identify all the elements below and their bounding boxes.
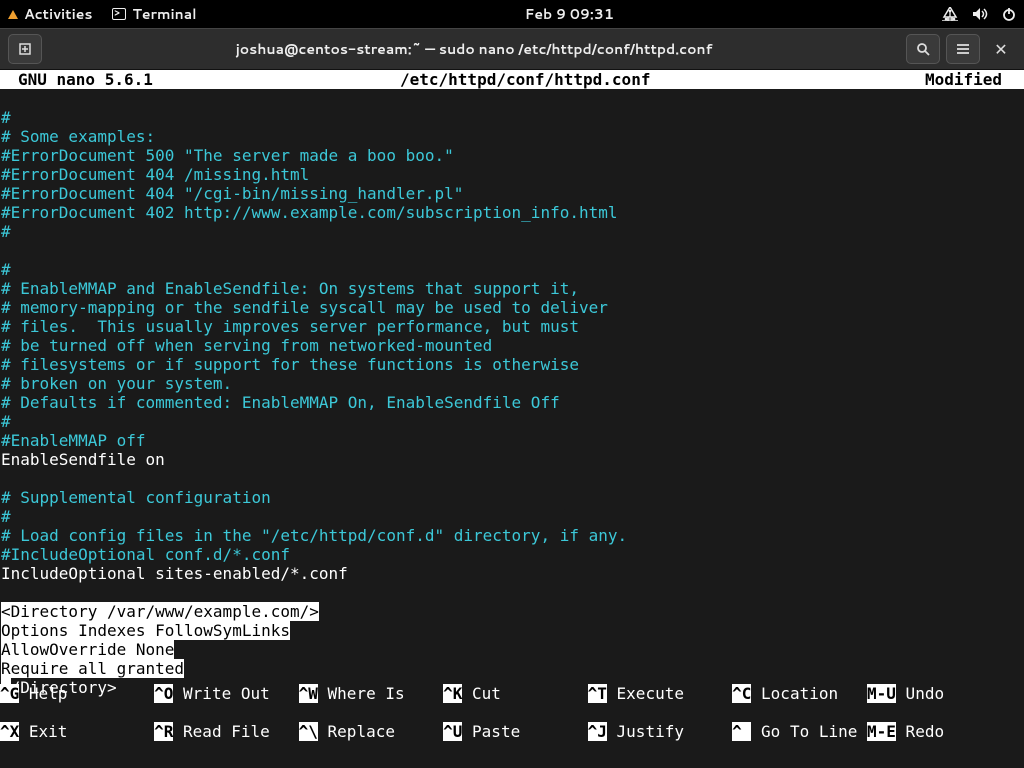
window-title: joshua@centos-stream:~ — sudo nano /etc/… — [42, 39, 906, 59]
app-menu-label: Terminal — [132, 4, 196, 24]
file-line: # Defaults if commented: EnableMMAP On, … — [1, 393, 560, 412]
shortcut-key: ^O — [154, 684, 173, 703]
shortcut-desc: Undo — [896, 684, 944, 703]
file-line: AllowOverride None — [1, 640, 174, 659]
shortcut-desc: Where Is — [318, 684, 424, 703]
file-line: EnableSendfile on — [1, 450, 165, 469]
file-line: #EnableMMAP off — [1, 431, 146, 450]
shortcut-row-2: ^X Exit ^R Read File ^\ Replace ^U Paste… — [0, 722, 1024, 741]
shortcut-desc: Replace — [318, 722, 424, 741]
file-line: # Load config files in the "/etc/httpd/c… — [1, 526, 627, 545]
file-line: # Supplemental configuration — [1, 488, 271, 507]
shortcut-key: ^G — [0, 684, 19, 703]
shortcut-desc: Redo — [896, 722, 944, 741]
activities-icon — [8, 10, 18, 19]
power-icon[interactable] — [1002, 7, 1016, 21]
nano-version: GNU nano 5.6.1 — [0, 70, 400, 89]
shortcut-key: M-U — [867, 684, 896, 703]
datetime-label: Feb 9 09:31 — [525, 4, 614, 24]
file-line: # Some examples: — [1, 127, 155, 146]
shortcut-key: ^K — [443, 684, 462, 703]
shortcut-desc: Execute — [607, 684, 713, 703]
shortcut-desc: Justify — [607, 722, 713, 741]
file-line: # files. This usually improves server pe… — [1, 317, 579, 336]
terminal-icon — [112, 8, 126, 20]
file-line: # EnableMMAP and EnableSendfile: On syst… — [1, 279, 579, 298]
file-line: # memory-mapping or the sendfile syscall… — [1, 298, 608, 317]
shortcut-row-1: ^G Help ^O Write Out ^W Where Is ^K Cut … — [0, 684, 1024, 703]
file-line: #ErrorDocument 500 "The server made a bo… — [1, 146, 454, 165]
nano-titlebar: GNU nano 5.6.1 /etc/httpd/conf/httpd.con… — [0, 70, 1024, 89]
datetime-button[interactable]: Feb 9 09:31 — [197, 4, 942, 24]
file-line: IncludeOptional sites-enabled/*.conf — [1, 564, 348, 583]
file-line: # — [1, 507, 11, 526]
file-line: #ErrorDocument 404 /missing.html — [1, 165, 309, 184]
app-menu-terminal[interactable]: Terminal — [112, 4, 196, 24]
nano-modified: Modified — [925, 70, 1024, 89]
shortcut-desc: Location — [751, 684, 857, 703]
editor-content[interactable]: # # Some examples: #ErrorDocument 500 "T… — [0, 89, 1024, 697]
shortcut-desc: Go To Line — [751, 722, 857, 741]
shortcut-desc: Exit — [19, 722, 125, 741]
file-line: Options Indexes FollowSymLinks — [1, 621, 290, 640]
shortcut-key: ^U — [443, 722, 462, 741]
activities-button[interactable]: Activities — [8, 4, 92, 24]
shortcut-key: ^R — [154, 722, 173, 741]
file-line: #IncludeOptional conf.d/*.conf — [1, 545, 290, 564]
shortcut-key: ^W — [299, 684, 318, 703]
new-tab-button[interactable] — [8, 34, 42, 64]
shortcut-desc: Write Out — [173, 684, 279, 703]
shortcut-desc: Paste — [462, 722, 568, 741]
file-line: # — [1, 108, 11, 127]
shortcut-desc: Cut — [462, 684, 568, 703]
file-line: # filesystems or if support for these fu… — [1, 355, 579, 374]
shortcut-key: ^ — [732, 722, 751, 741]
shortcut-desc: Read File — [173, 722, 279, 741]
window-titlebar: joshua@centos-stream:~ — sudo nano /etc/… — [0, 28, 1024, 70]
file-line: # — [1, 260, 11, 279]
hamburger-menu-button[interactable] — [946, 34, 980, 64]
file-line: # — [1, 412, 11, 431]
gnome-top-bar: Activities Terminal Feb 9 09:31 — [0, 0, 1024, 28]
file-line: # be turned off when serving from networ… — [1, 336, 492, 355]
file-line: #ErrorDocument 402 http://www.example.co… — [1, 203, 618, 222]
shortcut-key: ^J — [588, 722, 607, 741]
network-icon[interactable] — [942, 7, 958, 21]
activities-label: Activities — [24, 4, 92, 24]
search-button[interactable] — [906, 34, 940, 64]
shortcut-desc: Help — [19, 684, 125, 703]
shortcut-key: ^T — [588, 684, 607, 703]
nano-filename: /etc/httpd/conf/httpd.conf — [400, 70, 925, 89]
shortcut-key: ^C — [732, 684, 751, 703]
close-button[interactable]: ✕ — [986, 38, 1016, 61]
file-line: # broken on your system. — [1, 374, 232, 393]
file-line: # — [1, 222, 11, 241]
file-line: #ErrorDocument 404 "/cgi-bin/missing_han… — [1, 184, 463, 203]
shortcut-key: ^X — [0, 722, 19, 741]
file-line: <Directory /var/www/example.com/> — [1, 602, 319, 621]
nano-shortcut-bar: ^G Help ^O Write Out ^W Where Is ^K Cut … — [0, 665, 1024, 760]
volume-icon[interactable] — [972, 7, 988, 21]
shortcut-key: M-E — [867, 722, 896, 741]
shortcut-key: ^\ — [299, 722, 318, 741]
